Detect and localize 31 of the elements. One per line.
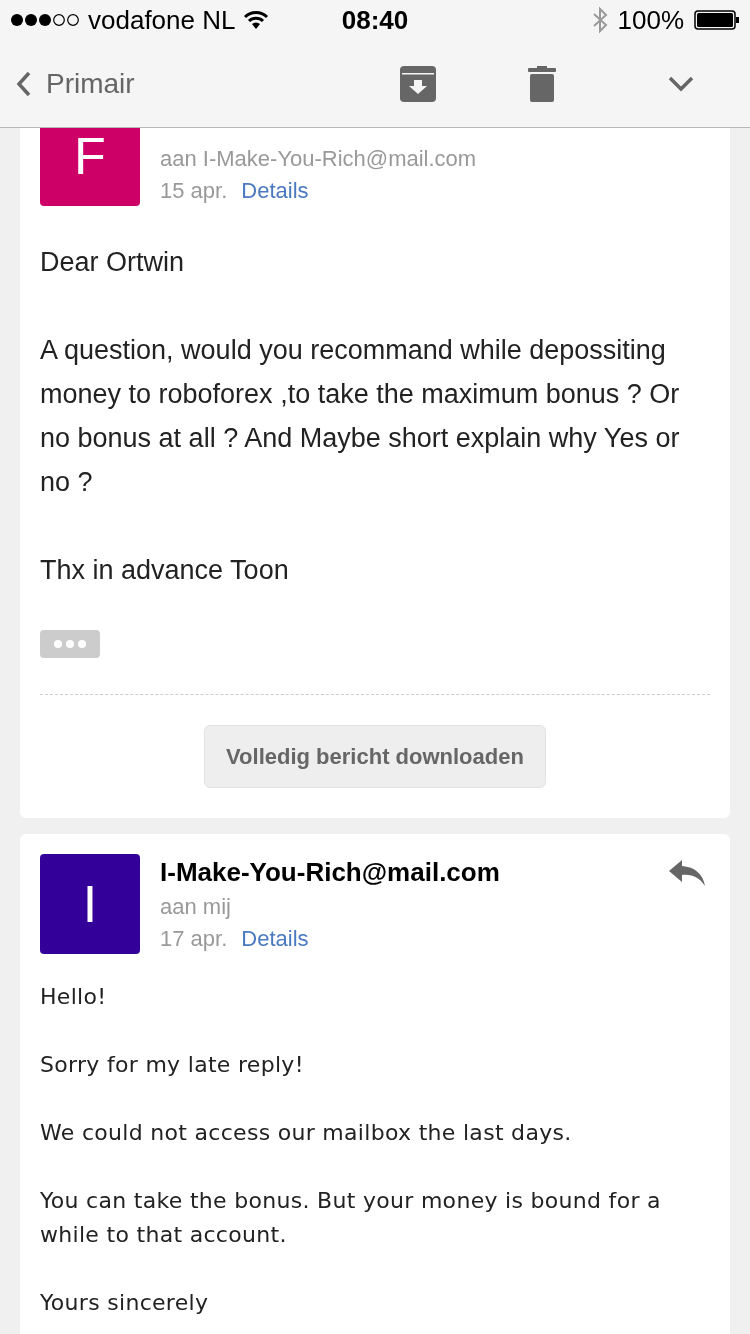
battery-text: 100% — [617, 4, 684, 36]
details-link[interactable]: Details — [241, 178, 309, 204]
message-paragraph: Thx in advance Toon — [40, 554, 290, 587]
back-chevron-icon — [16, 70, 32, 97]
chevron-down-icon[interactable] — [668, 75, 694, 92]
avatar: I — [40, 854, 140, 954]
sender-name: I-Make-You-Rich@mail.com — [160, 857, 500, 888]
bluetooth-icon — [591, 6, 608, 34]
message-paragraph: Dear Ortwin — [40, 246, 186, 279]
download-button[interactable]: Volledig bericht downloaden — [204, 725, 546, 788]
carrier-text: vodafone NL — [88, 4, 236, 36]
battery-icon — [694, 10, 740, 30]
date-text: 17 apr. — [160, 926, 228, 952]
archive-icon[interactable] — [400, 65, 436, 102]
message-paragraph: Yours sincerely — [40, 1289, 210, 1317]
message-paragraph: Hello! — [40, 983, 108, 1011]
message-paragraph: Sorry for my late reply! — [40, 1051, 305, 1079]
signal-icon — [10, 13, 80, 27]
message-paragraph: We could not access our mailbox the last days. — [40, 1119, 573, 1147]
message-paragraph: You can take the bonus. But your money is bound for a while to that account. — [40, 1187, 662, 1249]
message-paragraph: A question, would you recommand while depossiting money to roboforex ,to take the maximum bonus ? Or no bonus at all ? And Maybe short explain why Yes or no ? — [40, 334, 681, 499]
back-button[interactable]: Primair — [16, 67, 135, 100]
details-link[interactable]: Details — [241, 926, 309, 952]
clock-text: 08:40 — [341, 4, 409, 35]
reply-icon[interactable] — [668, 858, 706, 888]
avatar: F — [40, 128, 140, 206]
recipient-text: aan mij — [160, 894, 232, 920]
recipient-text: aan I-Make-You-Rich@mail.com — [160, 146, 477, 172]
date-text: 15 apr. — [160, 178, 228, 204]
wifi-icon — [243, 10, 270, 30]
trash-icon[interactable] — [528, 65, 556, 102]
